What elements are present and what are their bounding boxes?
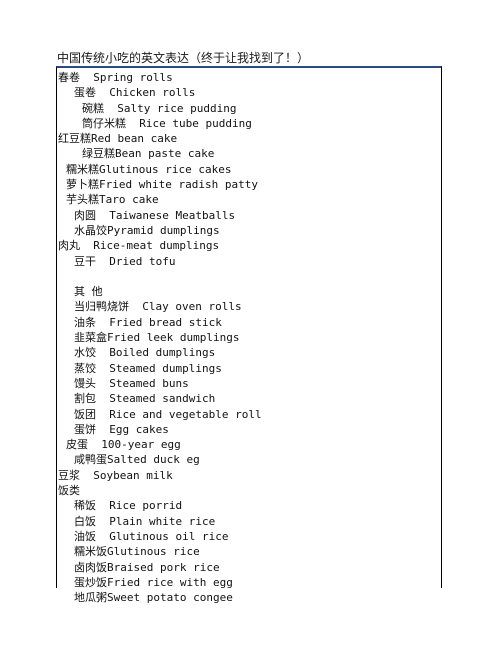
list-item: 饭团 Rice and vegetable roll bbox=[74, 407, 262, 421]
list-item: 其 他 bbox=[74, 285, 103, 299]
list-item: 糯米饭Glutinous rice bbox=[74, 545, 200, 559]
list-item: 白饭 Plain white rice bbox=[74, 514, 216, 528]
list-item: 肉丸 Rice-meat dumplings bbox=[58, 239, 220, 253]
list-item: 地瓜粥Sweet potato congee bbox=[74, 591, 233, 605]
list-item: 红豆糕Red bean cake bbox=[58, 132, 178, 146]
list-item: 咸鸭蛋Salted duck eg bbox=[74, 453, 200, 467]
list-item: 韭菜盒Fried leek dumplings bbox=[74, 331, 240, 345]
list-item: 蛋饼 Egg cakes bbox=[74, 422, 169, 436]
list-item: 水饺 Boiled dumplings bbox=[74, 346, 216, 360]
list-item: 肉圆 Taiwanese Meatballs bbox=[74, 208, 236, 222]
page-root: 中国传统小吃的英文表达（终于让我找到了！） 春卷 Spring rolls 蛋卷 … bbox=[0, 0, 502, 649]
list-item: 蛋炒饭Fried rice with egg bbox=[74, 575, 233, 589]
list-item: 绿豆糕Bean paste cake bbox=[82, 147, 215, 161]
list-item: 油条 Fried bread stick bbox=[74, 315, 222, 329]
list-item: 水晶饺Pyramid dumplings bbox=[74, 223, 220, 237]
list-item: 糯米糕Glutinous rice cakes bbox=[66, 162, 232, 176]
list-item: 稀饭 Rice porrid bbox=[74, 499, 183, 513]
list-item: 筒仔米糕 Rice tube pudding bbox=[82, 116, 252, 130]
list-item: 当归鸭烧饼 Clay oven rolls bbox=[74, 300, 242, 314]
list-item: 萝卜糕Fried white radish patty bbox=[66, 178, 258, 192]
list-item: 豆浆 Soybean milk bbox=[58, 468, 173, 482]
list-item: 蒸饺 Steamed dumplings bbox=[74, 361, 222, 375]
snack-list: 春卷 Spring rolls 蛋卷 Chicken rolls 碗糕 Salty … bbox=[57, 68, 441, 605]
list-item: 割包 Steamed sandwich bbox=[74, 392, 216, 406]
page-title: 中国传统小吃的英文表达（终于让我找到了！） bbox=[57, 51, 310, 65]
snack-list-block: 春卷 Spring rolls 蛋卷 Chicken rolls 碗糕 Salty … bbox=[56, 66, 442, 604]
list-item: 春卷 Spring rolls bbox=[58, 71, 173, 84]
list-item: 芋头糕Taro cake bbox=[66, 193, 159, 207]
list-item: 皮蛋 100-year egg bbox=[66, 438, 181, 452]
list-item: 蛋卷 Chicken rolls bbox=[74, 86, 196, 100]
list-item: 碗糕 Salty rice pudding bbox=[82, 101, 237, 115]
list-item: 豆干 Dried tofu bbox=[74, 254, 176, 268]
list-item: 卤肉饭Braised pork rice bbox=[74, 560, 220, 574]
list-item: 饭类 bbox=[58, 484, 80, 498]
list-item: 馒头 Steamed buns bbox=[74, 376, 189, 390]
list-item: 油饭 Glutinous oil rice bbox=[74, 529, 229, 543]
